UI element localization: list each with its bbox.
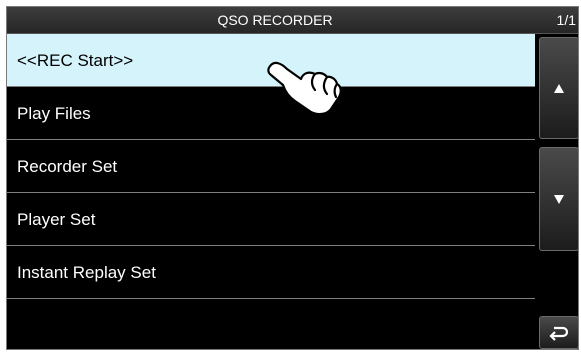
radio-screen: QSO RECORDER 1/1 <<REC Start>> Play File…: [0, 0, 581, 353]
return-arrow-icon: [549, 326, 569, 341]
scroll-sidebar: [538, 34, 578, 349]
menu-empty-row: [7, 299, 535, 349]
back-button[interactable]: [539, 316, 578, 349]
scroll-up-button[interactable]: [539, 37, 578, 139]
menu-item-recorder-set[interactable]: Recorder Set: [7, 140, 535, 193]
page-indicator: 1/1: [556, 12, 576, 28]
title-bar: QSO RECORDER 1/1: [7, 7, 578, 34]
menu-item-player-set[interactable]: Player Set: [7, 193, 535, 246]
scroll-down-button[interactable]: [539, 147, 578, 251]
pointing-hand-icon: [267, 61, 342, 116]
triangle-down-icon: [554, 194, 564, 204]
lcd-display: QSO RECORDER 1/1 <<REC Start>> Play File…: [6, 6, 579, 350]
menu-item-label: Instant Replay Set: [17, 263, 156, 282]
menu-item-label: Play Files: [17, 104, 91, 123]
triangle-up-icon: [554, 83, 564, 93]
menu-item-label: Recorder Set: [17, 157, 118, 176]
menu-item-instant-replay-set[interactable]: Instant Replay Set: [7, 246, 535, 299]
menu-item-label: <<REC Start>>: [17, 51, 134, 70]
menu-title: QSO RECORDER: [217, 12, 333, 28]
menu-item-label: Player Set: [17, 210, 96, 229]
